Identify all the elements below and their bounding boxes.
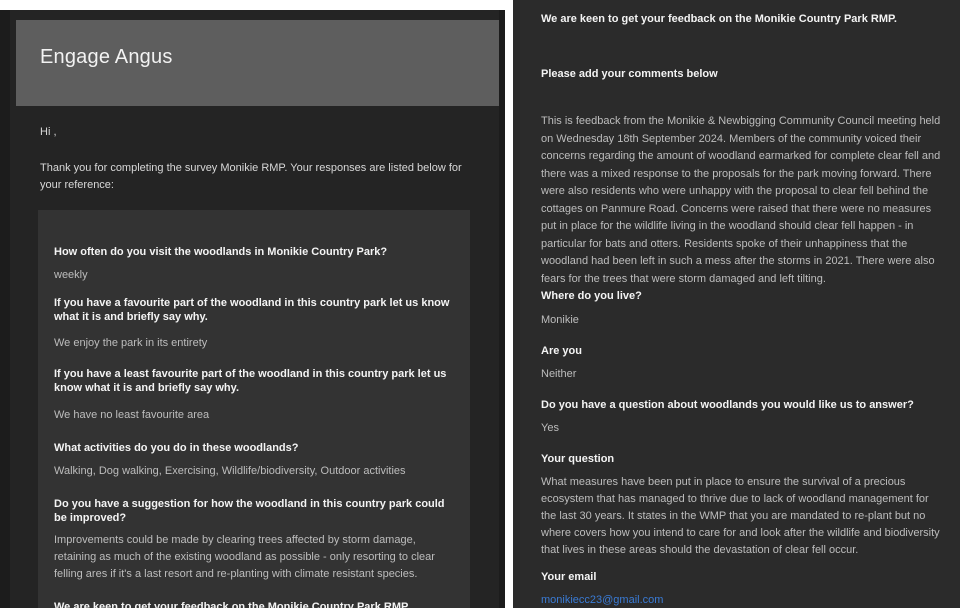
question: Your question xyxy=(541,453,615,465)
email-link[interactable]: monikiecc23@gmail.com xyxy=(541,592,946,608)
left-screenshot: Engage Angus Hi , Thank you for completi… xyxy=(0,0,505,608)
question: If you have a favourite part of the wood… xyxy=(54,297,450,323)
answer: We have no least favourite area xyxy=(54,409,210,421)
intro-text: Thank you for completing the survey Moni… xyxy=(40,162,462,191)
question: Please add your comments below xyxy=(541,68,718,80)
answer-question: What measures have been put in place to … xyxy=(541,476,940,556)
email-body-continued: We are keen to get your feedback on the … xyxy=(513,0,960,608)
answer: Walking, Dog walking, Exercising, Wildli… xyxy=(54,465,406,477)
answer: Neither xyxy=(541,368,577,380)
right-screenshot: We are keen to get your feedback on the … xyxy=(513,0,960,608)
responses-box: How often do you visit the woodlands in … xyxy=(38,210,470,608)
question: Do you have a suggestion for how the woo… xyxy=(54,498,445,524)
email-header: Engage Angus xyxy=(16,20,499,106)
header-title: Engage Angus xyxy=(40,46,173,68)
question: Where do you live? xyxy=(541,290,642,302)
email-body: Engage Angus Hi , Thank you for completi… xyxy=(10,10,499,608)
answer: Improvements could be made by clearing t… xyxy=(54,534,435,580)
question: Your email xyxy=(541,571,597,583)
question: How often do you visit the woodlands in … xyxy=(54,246,388,258)
question: Are you xyxy=(541,345,582,357)
answer: Yes xyxy=(541,422,559,434)
answer: We enjoy the park in its entirety xyxy=(54,337,208,349)
answer-comments: This is feedback from the Monikie & Newb… xyxy=(541,115,941,285)
answer: weekly xyxy=(54,269,88,281)
answer: Monikie xyxy=(541,314,579,326)
question: What activities do you do in these woodl… xyxy=(54,442,299,454)
question: If you have a least favourite part of th… xyxy=(54,368,447,394)
question: Do you have a question about woodlands y… xyxy=(541,399,914,411)
question: We are keen to get your feedback on the … xyxy=(541,13,897,25)
greeting: Hi , xyxy=(40,126,57,138)
question: We are keen to get your feedback on the … xyxy=(54,601,410,608)
